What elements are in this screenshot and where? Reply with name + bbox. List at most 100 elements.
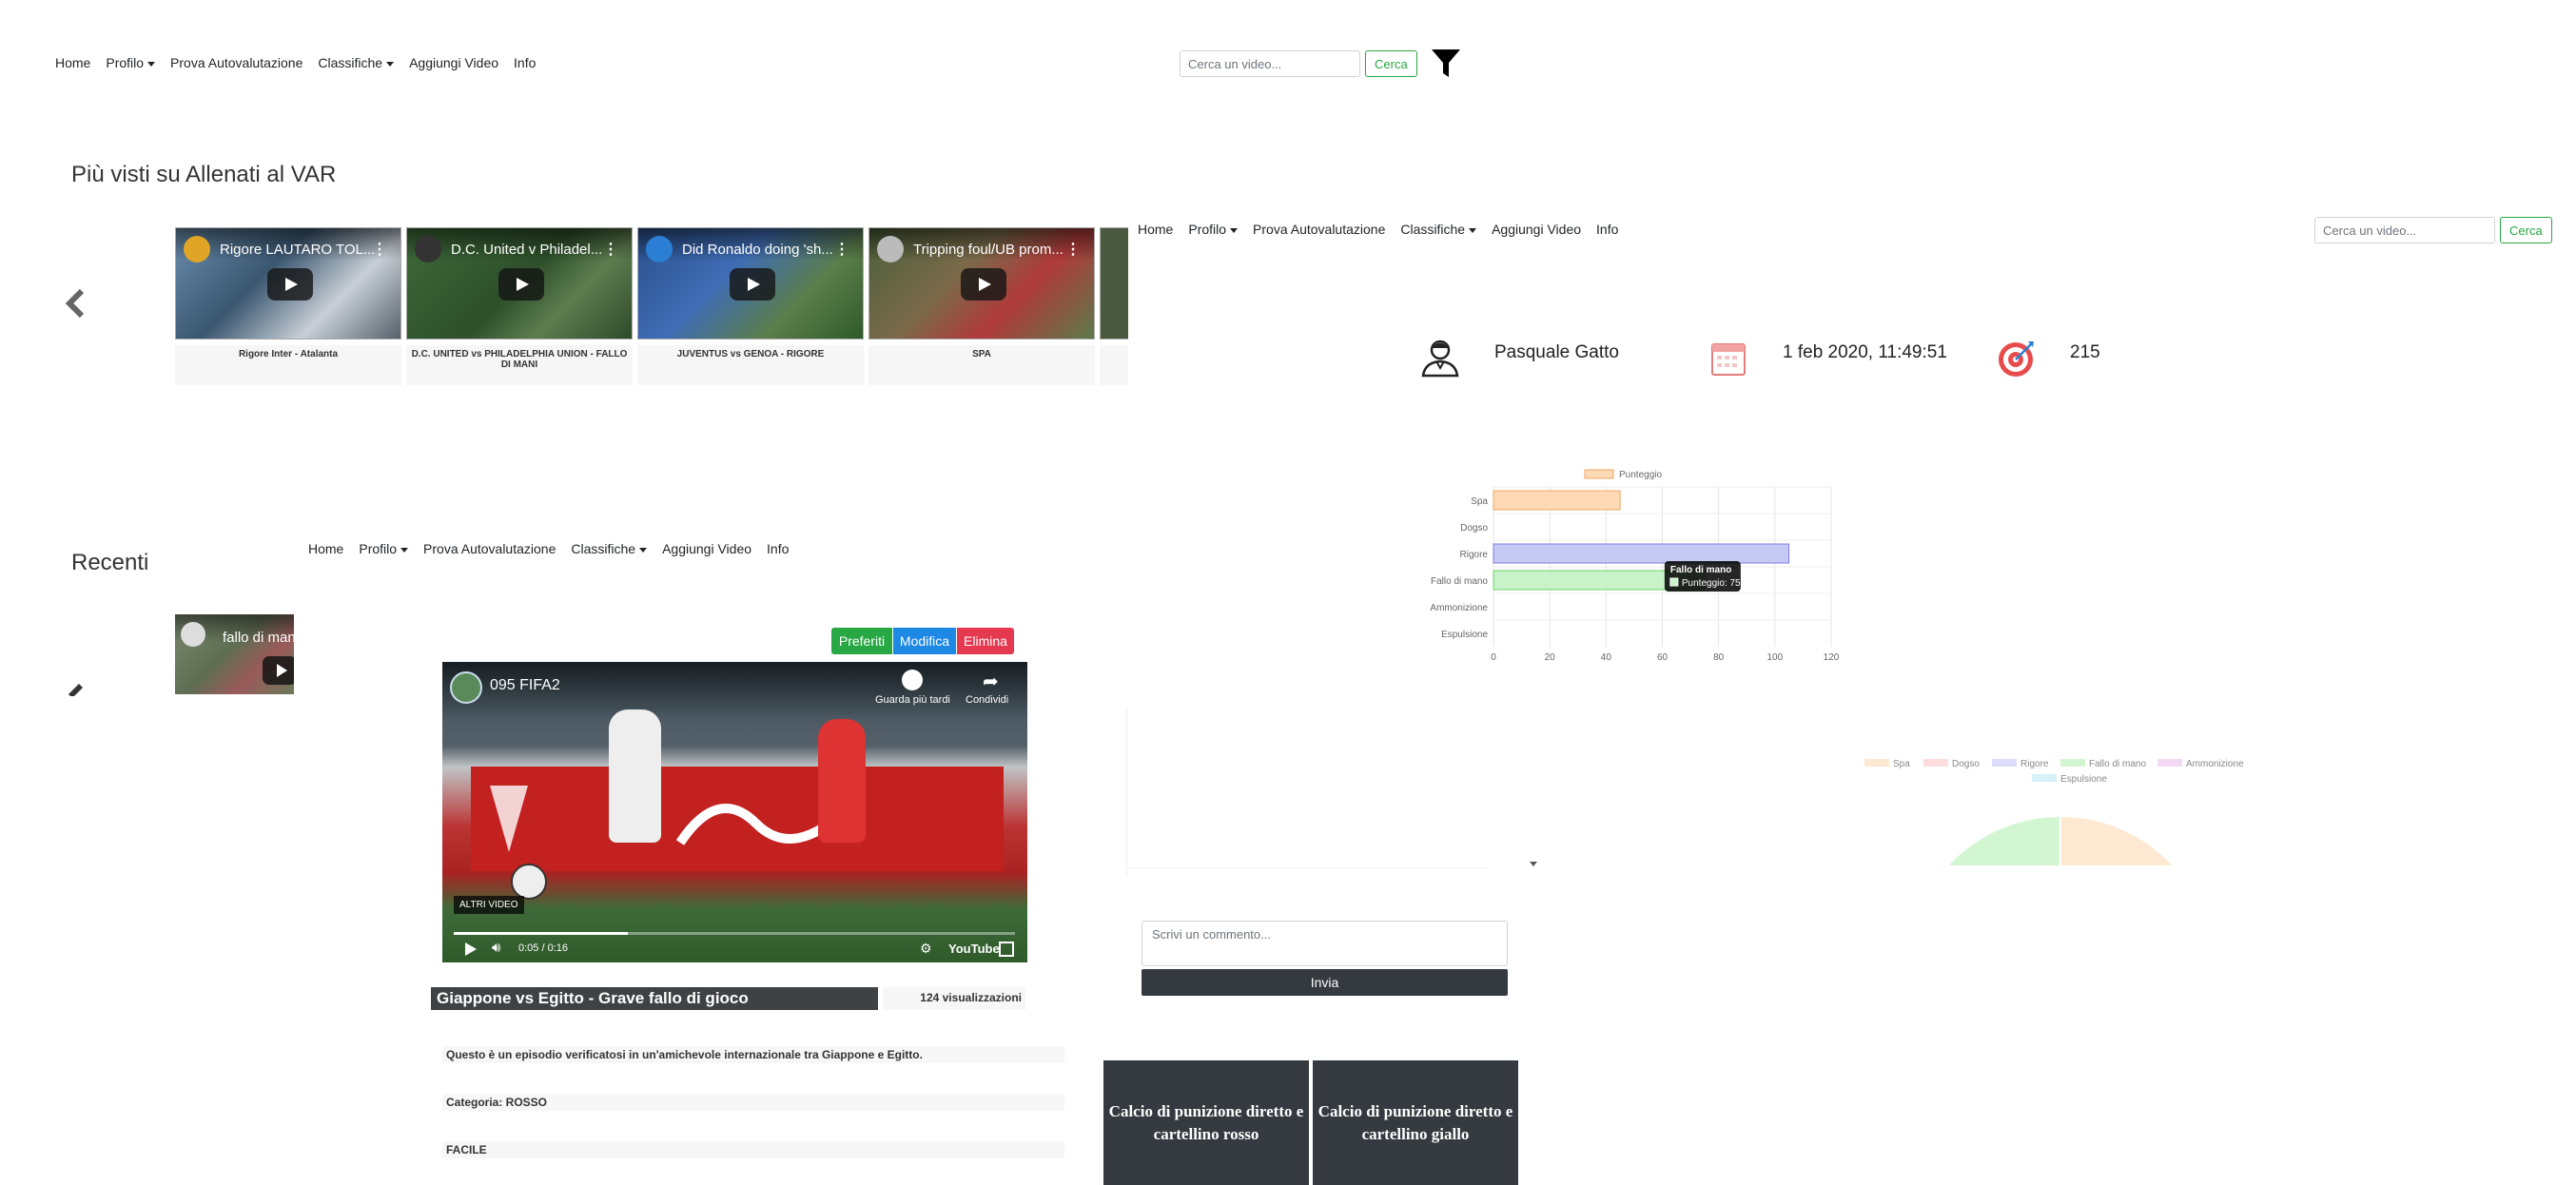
y-tick-label: Rigore — [1460, 550, 1489, 560]
play-icon[interactable] — [465, 942, 477, 956]
profile-name: Pasquale Gatto — [1494, 342, 1619, 362]
category-pie-chart: Spa Dogso Rigore Fallo di mano Ammonizione Es… — [1864, 759, 2244, 865]
play-icon[interactable] — [267, 268, 313, 301]
nav-prova[interactable]: Prova Autovalutazione — [1253, 222, 1385, 237]
play-icon[interactable] — [498, 268, 544, 301]
recent-video-thumb[interactable]: fallo di man — [175, 614, 294, 694]
nav-profilo[interactable]: Profilo — [359, 541, 408, 556]
carousel-video[interactable]: Tripping foul/UB prom... ⋮ — [868, 227, 1095, 340]
channel-avatar — [450, 671, 482, 704]
nav-aggiungi[interactable]: Aggiungi Video — [409, 55, 498, 70]
nav-info[interactable]: Info — [1596, 222, 1618, 237]
search-input[interactable]: Cerca un video... — [1180, 50, 1360, 77]
x-tick-label: 80 — [1713, 652, 1725, 663]
legend-label: Rigore — [2020, 759, 2049, 769]
view-count: 124 visualizzazioni — [883, 987, 1025, 1010]
carousel-video[interactable]: Rigore LAUTARO TOL... ⋮ — [175, 227, 401, 340]
carousel-caption: JUVENTUS vs GENOA - RIGORE — [637, 345, 864, 385]
video-title: D.C. United v Philadel... — [451, 242, 603, 258]
edit-button[interactable]: Modifica — [893, 628, 956, 654]
x-tick-label: 40 — [1601, 652, 1612, 663]
video-title: Did Ronaldo doing 'sh... — [682, 242, 833, 258]
video-description: Questo è un episodio verificatosi in un'… — [442, 1046, 1064, 1063]
carousel: Rigore LAUTARO TOL... ⋮ Rigore Inter - A… — [175, 227, 1128, 389]
settings-icon[interactable]: ⚙ — [920, 941, 932, 957]
video-player[interactable]: 095 FIFA2 Guarda più tardi ➦ Condividi A… — [442, 662, 1027, 962]
nav-profilo[interactable]: Profilo — [1188, 222, 1238, 237]
youtube-logo[interactable]: YouTube — [948, 942, 1000, 956]
nav-classifiche[interactable]: Classifiche — [318, 55, 394, 70]
answer-button-red[interactable]: Calcio di punizione diretto e cartellino… — [1103, 1060, 1309, 1185]
more-icon[interactable]: ⋮ — [834, 240, 849, 259]
nav-home[interactable]: Home — [55, 55, 90, 70]
video-channel: 095 FIFA2 — [490, 677, 560, 693]
nav-profilo[interactable]: Profilo — [106, 55, 155, 70]
nav-info[interactable]: Info — [767, 541, 789, 556]
carousel-video[interactable]: Did Ronaldo doing 'sh... ⋮ — [637, 227, 864, 340]
more-icon[interactable]: ⋮ — [603, 240, 618, 259]
legend-label: Fallo di mano — [2089, 759, 2146, 769]
x-tick-label: 0 — [1491, 652, 1496, 663]
carousel-video[interactable]: D.C. United v Philadel... ⋮ — [406, 227, 633, 340]
more-videos-button[interactable]: ALTRI VIDEO — [454, 896, 524, 914]
legend-label: Punteggio — [1619, 470, 1662, 480]
comment-textarea[interactable]: Scrivi un commento... — [1142, 921, 1508, 966]
legend-label: Espulsione — [2060, 774, 2107, 785]
tooltip-swatch — [1669, 577, 1679, 587]
progress-fill — [454, 932, 628, 935]
y-tick-label: Ammonizione — [1430, 603, 1488, 613]
most-viewed-heading: Più visti su Allenati al VAR — [71, 162, 337, 187]
carousel-caption: SPA — [868, 345, 1095, 385]
nav-info[interactable]: Info — [514, 55, 536, 70]
answer-button-yellow[interactable]: Calcio di punizione diretto e cartellino… — [1313, 1060, 1518, 1185]
more-icon[interactable]: ⋮ — [1065, 240, 1081, 259]
y-tick-label: Dogso — [1460, 523, 1488, 534]
bar — [1493, 543, 1790, 564]
watch-later-icon[interactable] — [902, 670, 923, 690]
edit-icon[interactable] — [67, 679, 86, 703]
nav-classifiche[interactable]: Classifiche — [571, 541, 647, 556]
favorite-button[interactable]: Preferiti — [831, 628, 892, 654]
y-tick-label: Spa — [1471, 496, 1488, 507]
progress-bar[interactable] — [454, 932, 1015, 935]
submit-comment-button[interactable]: Invia — [1142, 969, 1508, 996]
search-button[interactable]: Cerca — [1365, 50, 1417, 77]
legend-swatch — [1864, 759, 1889, 767]
fullscreen-icon[interactable] — [999, 942, 1014, 957]
dropdown-toggle-icon[interactable] — [1530, 862, 1537, 866]
search-input-2[interactable]: Cerca un video... — [2314, 217, 2495, 243]
play-icon[interactable] — [961, 268, 1006, 301]
profile-date: 1 feb 2020, 11:49:51 — [1783, 342, 1947, 362]
nav-aggiungi[interactable]: Aggiungi Video — [662, 541, 751, 556]
video-time: 0:05 / 0:16 — [518, 942, 568, 954]
legend-label: Dogso — [1952, 759, 1980, 769]
nav-prova[interactable]: Prova Autovalutazione — [170, 55, 302, 70]
video-title: Rigore LAUTARO TOL... — [220, 242, 376, 258]
carousel-video-partial[interactable] — [1100, 227, 1128, 340]
nav-home[interactable]: Home — [308, 541, 343, 556]
nav-prova[interactable]: Prova Autovalutazione — [423, 541, 556, 556]
legend-label: Ammonizione — [2186, 759, 2244, 769]
search-button-2[interactable]: Cerca — [2500, 217, 2552, 243]
legend-swatch — [1992, 759, 2017, 767]
nav-home[interactable]: Home — [1138, 222, 1173, 237]
video-title: Giappone vs Egitto - Grave fallo di gioc… — [431, 987, 878, 1010]
carousel-prev-icon[interactable] — [65, 288, 86, 323]
channel-avatar — [184, 236, 210, 262]
volume-icon[interactable]: 🔊︎ — [492, 940, 500, 956]
play-icon[interactable] — [730, 268, 775, 301]
video-category: Categoria: ROSSO — [442, 1094, 1064, 1111]
calendar-icon — [1710, 340, 1747, 381]
bar — [1493, 490, 1621, 511]
more-icon[interactable]: ⋮ — [372, 240, 387, 259]
nav-classifiche[interactable]: Classifiche — [1400, 222, 1476, 237]
nav-aggiungi[interactable]: Aggiungi Video — [1492, 222, 1581, 237]
delete-button[interactable]: Elimina — [957, 628, 1014, 654]
tooltip-title: Fallo di mano — [1670, 565, 1731, 575]
video-difficulty: FACILE — [442, 1141, 1064, 1158]
x-tick-label: 60 — [1657, 652, 1669, 663]
y-tick-label: Espulsione — [1441, 630, 1488, 640]
panel-divider — [1126, 709, 1127, 876]
filter-icon[interactable] — [1431, 48, 1461, 85]
share-icon[interactable]: ➦ — [983, 670, 999, 693]
